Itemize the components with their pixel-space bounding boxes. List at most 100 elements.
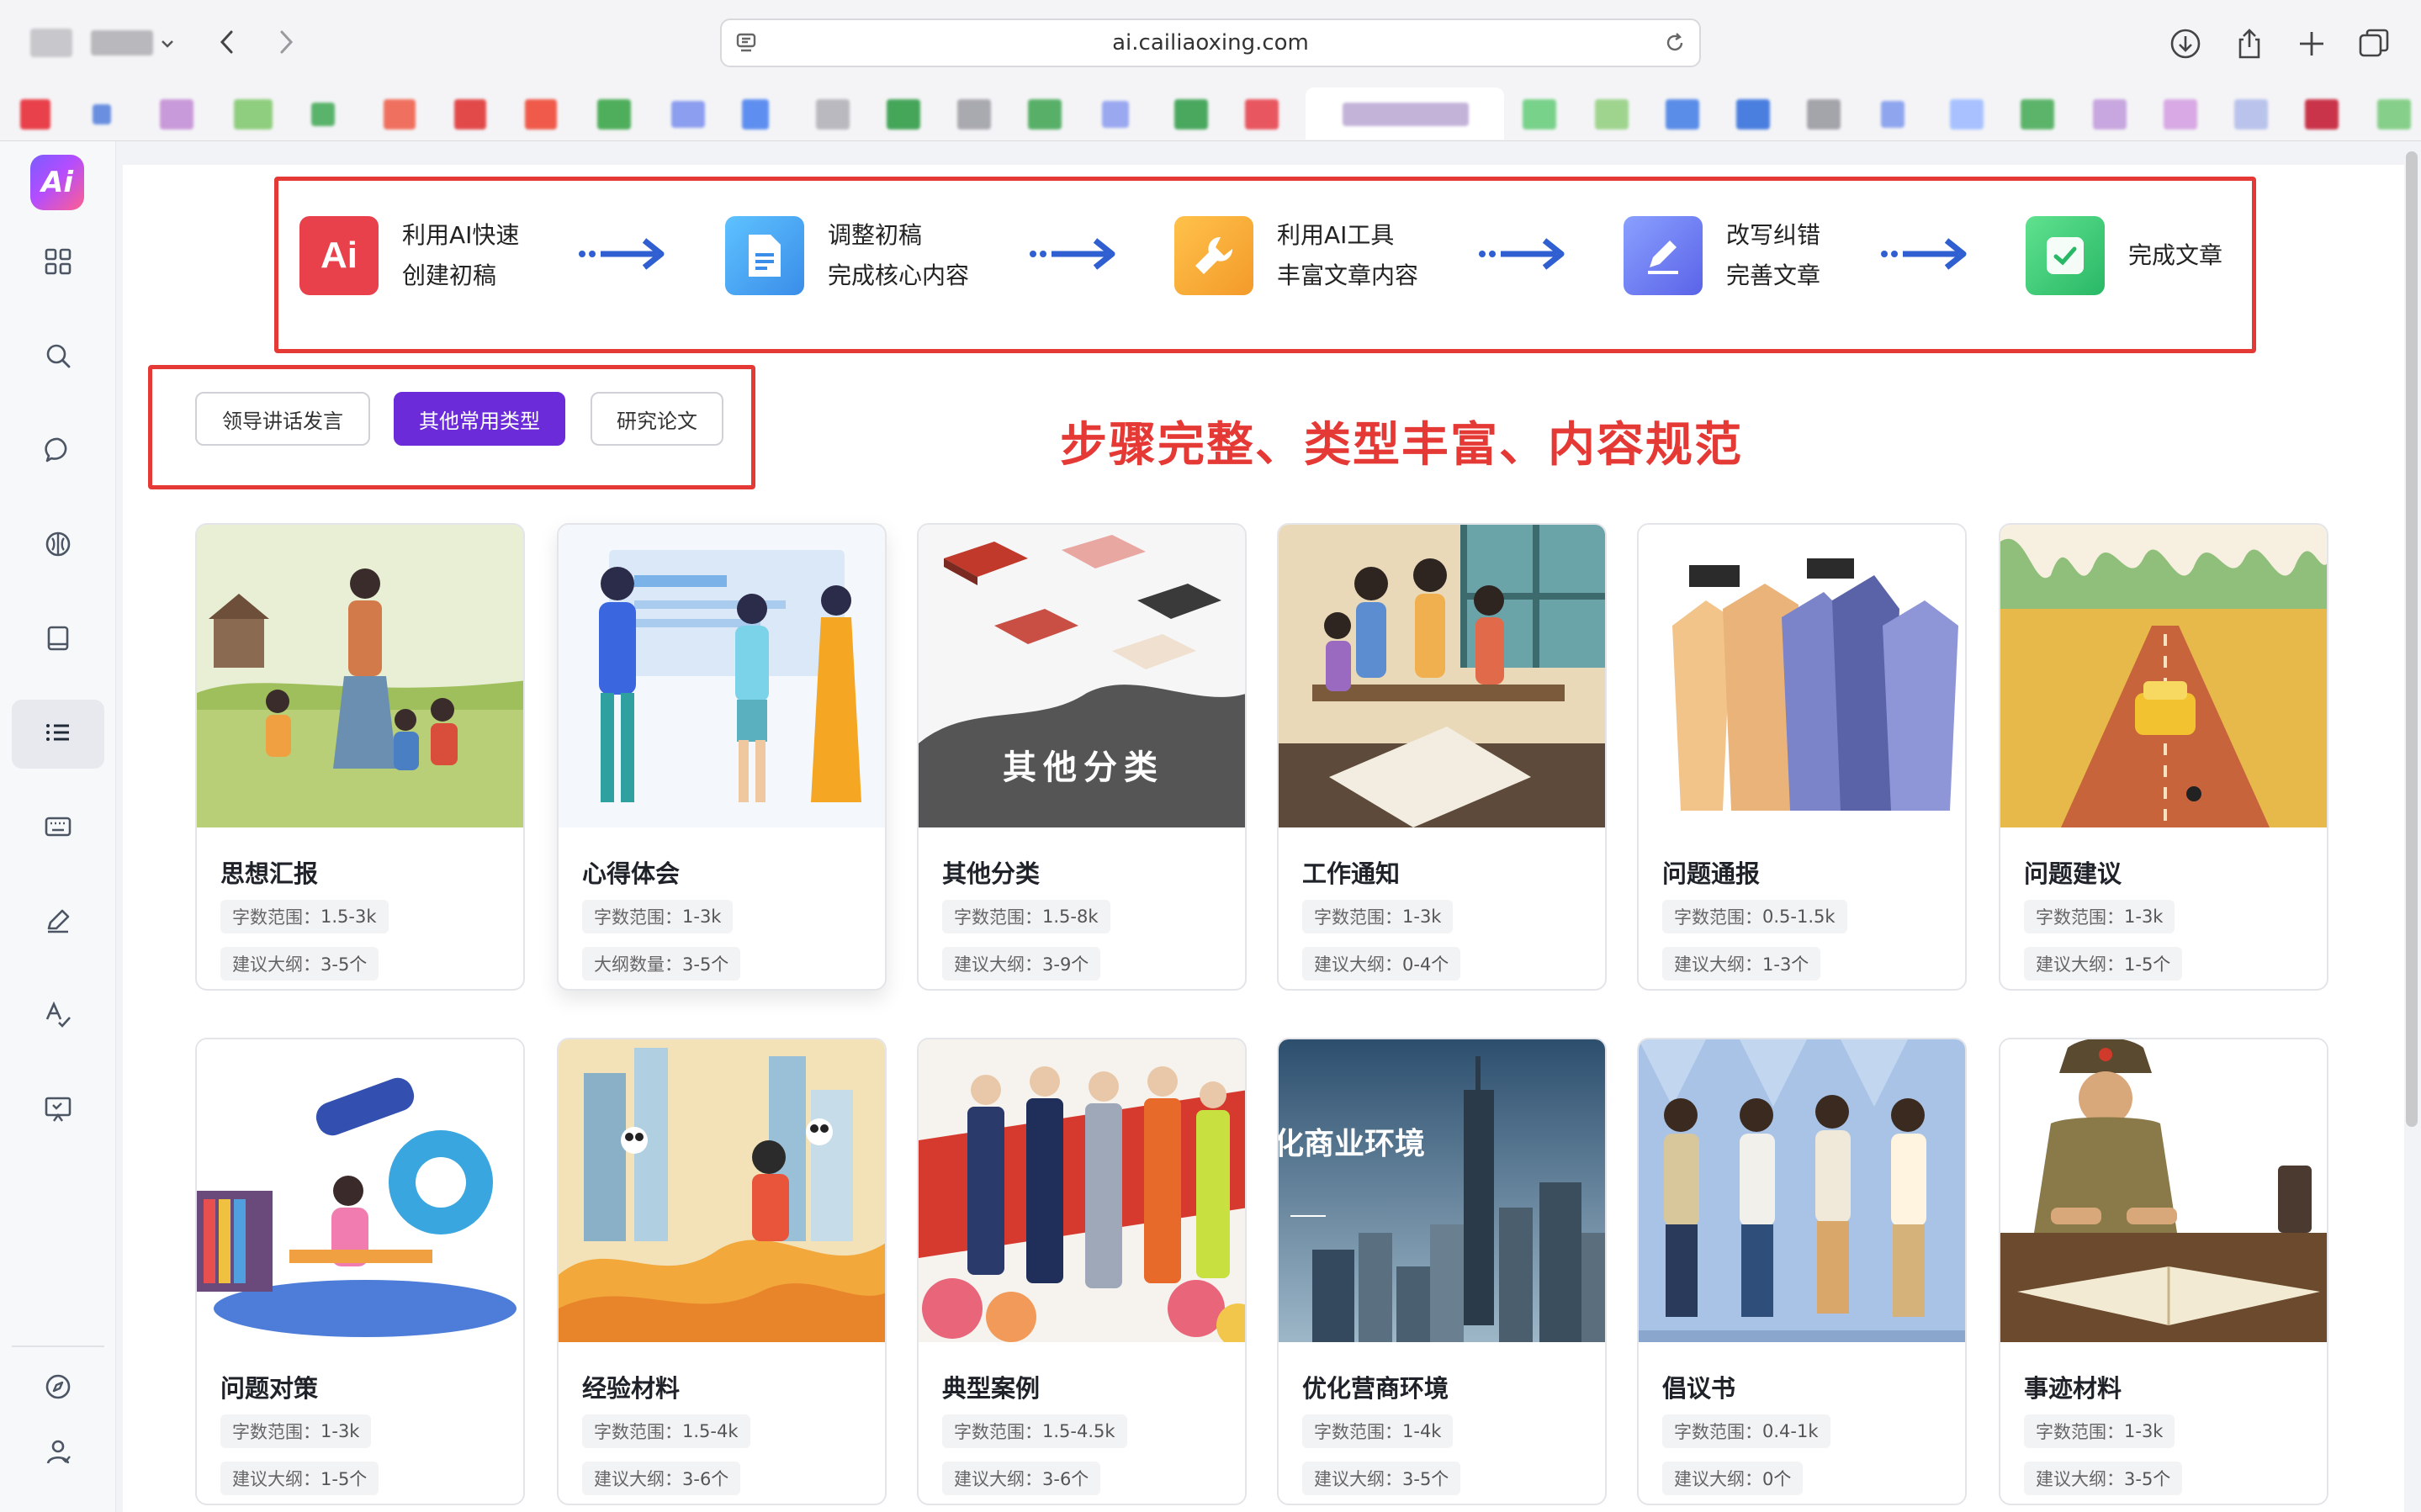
- favorite-item[interactable]: [1950, 99, 1984, 130]
- tag-value: 3-9个: [1042, 954, 1089, 975]
- card-title: 问题建议: [2024, 859, 2122, 888]
- outline-tag: 大纲数量： 3-5个: [582, 947, 741, 981]
- template-card[interactable]: 化商业环境 优化营商环境 字数范围： 1-4k 建议大纲： 3-5个: [1277, 1038, 1607, 1505]
- tag-label: 建议大纲：: [954, 1469, 1042, 1489]
- favorite-item[interactable]: [1881, 101, 1904, 128]
- tag-label: 字数范围：: [954, 1422, 1042, 1442]
- chevron-down-icon[interactable]: [155, 25, 180, 62]
- template-card[interactable]: 问题对策 字数范围： 1-3k 建议大纲： 1-5个: [195, 1038, 525, 1505]
- sidebar-item-present[interactable]: [12, 1076, 104, 1145]
- tag-label: 字数范围：: [232, 1422, 321, 1442]
- favorite-item[interactable]: [671, 101, 705, 128]
- arrow-right-icon: [1479, 238, 1565, 270]
- step-3-line2: 丰富文章内容: [1277, 262, 1419, 289]
- tag-label: 建议大纲：: [1674, 954, 1762, 975]
- favorite-item[interactable]: [2093, 99, 2127, 130]
- new-tab-icon[interactable]: [2293, 25, 2330, 62]
- url-text[interactable]: ai.cailiaoxing.com: [1112, 30, 1309, 56]
- forward-button[interactable]: [268, 24, 305, 61]
- template-card[interactable]: 典型案例 字数范围： 1.5-4.5k 建议大纲： 3-6个: [917, 1038, 1247, 1505]
- translate-icon: [44, 1001, 72, 1033]
- favorite-item[interactable]: [1174, 99, 1208, 130]
- tag-label: 建议大纲：: [232, 954, 321, 975]
- arrow-right-icon: [1881, 238, 1967, 270]
- favorite-item[interactable]: [1666, 99, 1699, 130]
- outline-tag: 建议大纲： 0个: [1662, 1462, 1804, 1495]
- filter-research-paper[interactable]: 研究论文: [591, 392, 723, 446]
- sidebar-item-search[interactable]: [12, 323, 104, 392]
- template-card[interactable]: 问题建议 字数范围： 1-3k 建议大纲： 1-5个: [1999, 523, 2328, 991]
- tag-label: 字数范围：: [232, 907, 321, 928]
- template-card[interactable]: 思想汇报 字数范围： 1.5-3k 建议大纲： 3-5个: [195, 523, 525, 991]
- favorite-item[interactable]: [887, 99, 920, 130]
- sidebar-item-input[interactable]: [12, 794, 104, 863]
- sidebar-item-polish[interactable]: [12, 982, 104, 1051]
- favorite-item[interactable]: [20, 99, 50, 130]
- back-button[interactable]: [209, 24, 246, 61]
- download-icon[interactable]: [2167, 25, 2204, 62]
- favorite-item[interactable]: [1523, 99, 1556, 130]
- favorite-item[interactable]: [2021, 99, 2054, 130]
- template-card[interactable]: 事迹材料 字数范围： 1-3k 建议大纲： 3-5个: [1999, 1038, 2328, 1505]
- favorite-item[interactable]: [1028, 99, 1062, 130]
- step-2-text: 调整初稿 完成核心内容: [828, 215, 969, 296]
- template-card[interactable]: 工作通知 字数范围： 1-3k 建议大纲： 0-4个: [1277, 523, 1607, 991]
- tab-overview-icon[interactable]: [2355, 25, 2392, 62]
- sidebar-item-chat[interactable]: [12, 417, 104, 486]
- favorite-item[interactable]: [1102, 101, 1129, 128]
- template-card[interactable]: 心得体会 字数范围： 1-3k 大纲数量： 3-5个: [557, 523, 887, 991]
- filter-other-types[interactable]: 其他常用类型: [394, 392, 565, 446]
- favorite-item[interactable]: [1245, 99, 1279, 130]
- filter-leader-speech[interactable]: 领导讲话发言: [195, 392, 370, 446]
- favorite-item[interactable]: [454, 99, 486, 130]
- favorite-item[interactable]: [2164, 99, 2197, 130]
- tag-label: 建议大纲：: [1314, 954, 1402, 975]
- sidebar-item-profile[interactable]: [12, 1419, 104, 1488]
- favorite-item[interactable]: [93, 104, 111, 124]
- step-2-line1: 调整初稿: [828, 221, 923, 249]
- favorite-item[interactable]: [1343, 103, 1469, 126]
- sidebar-item-brain[interactable]: [12, 511, 104, 580]
- favorite-item[interactable]: [1595, 99, 1629, 130]
- site-settings-icon[interactable]: [734, 30, 759, 61]
- page-scrollbar[interactable]: [2406, 151, 2418, 1127]
- favorite-item[interactable]: [597, 99, 631, 130]
- tag-value: 1-5个: [321, 1469, 368, 1489]
- favorite-item[interactable]: [525, 99, 557, 130]
- word-range-tag: 字数范围： 1.5-8k: [942, 900, 1110, 933]
- template-card[interactable]: 倡议书 字数范围： 0.4-1k 建议大纲： 0个: [1637, 1038, 1967, 1505]
- profile-blurred[interactable]: [91, 30, 153, 56]
- sidebar-item-explore[interactable]: [12, 1354, 104, 1423]
- app-logo[interactable]: Ai: [30, 155, 84, 210]
- favorite-item[interactable]: [1736, 99, 1770, 130]
- favorite-item[interactable]: [2234, 99, 2268, 130]
- address-bar[interactable]: ai.cailiaoxing.com: [720, 19, 1701, 67]
- sidebar-item-templates[interactable]: [12, 700, 104, 769]
- word-range-tag: 字数范围： 1-4k: [1302, 1414, 1454, 1448]
- tag-label: 字数范围：: [1314, 907, 1402, 928]
- favorite-item[interactable]: [816, 99, 850, 130]
- favorite-item[interactable]: [384, 99, 416, 130]
- template-card[interactable]: 其他分类 其他分类 字数范围： 1.5-8k 建议大纲： 3-9个: [917, 523, 1247, 991]
- sidebar-item-home[interactable]: [12, 229, 104, 298]
- chat-icon: [44, 436, 72, 468]
- tag-label: 字数范围：: [1674, 907, 1762, 928]
- favorite-item[interactable]: [311, 103, 335, 126]
- share-icon[interactable]: [2231, 25, 2268, 62]
- arrow-right-icon: [579, 238, 665, 270]
- favorite-item[interactable]: [2305, 99, 2339, 130]
- template-card[interactable]: 问题通报 字数范围： 0.5-1.5k 建议大纲： 1-3个: [1637, 523, 1967, 991]
- favorite-item[interactable]: [957, 99, 991, 130]
- window-switcher[interactable]: [30, 29, 72, 57]
- card-image-caption: 化商业环境: [1279, 1127, 1425, 1161]
- favorite-item[interactable]: [234, 99, 273, 130]
- sidebar-item-write[interactable]: [12, 888, 104, 957]
- favorite-item[interactable]: [160, 99, 193, 130]
- card-illustration: [2000, 525, 2327, 827]
- favorite-item[interactable]: [742, 99, 769, 130]
- reload-icon[interactable]: [1662, 30, 1687, 61]
- favorite-item[interactable]: [1807, 99, 1841, 130]
- template-card[interactable]: 经验材料 字数范围： 1.5-4k 建议大纲： 3-6个: [557, 1038, 887, 1505]
- favorite-item[interactable]: [2377, 99, 2411, 130]
- sidebar-item-library[interactable]: [12, 605, 104, 674]
